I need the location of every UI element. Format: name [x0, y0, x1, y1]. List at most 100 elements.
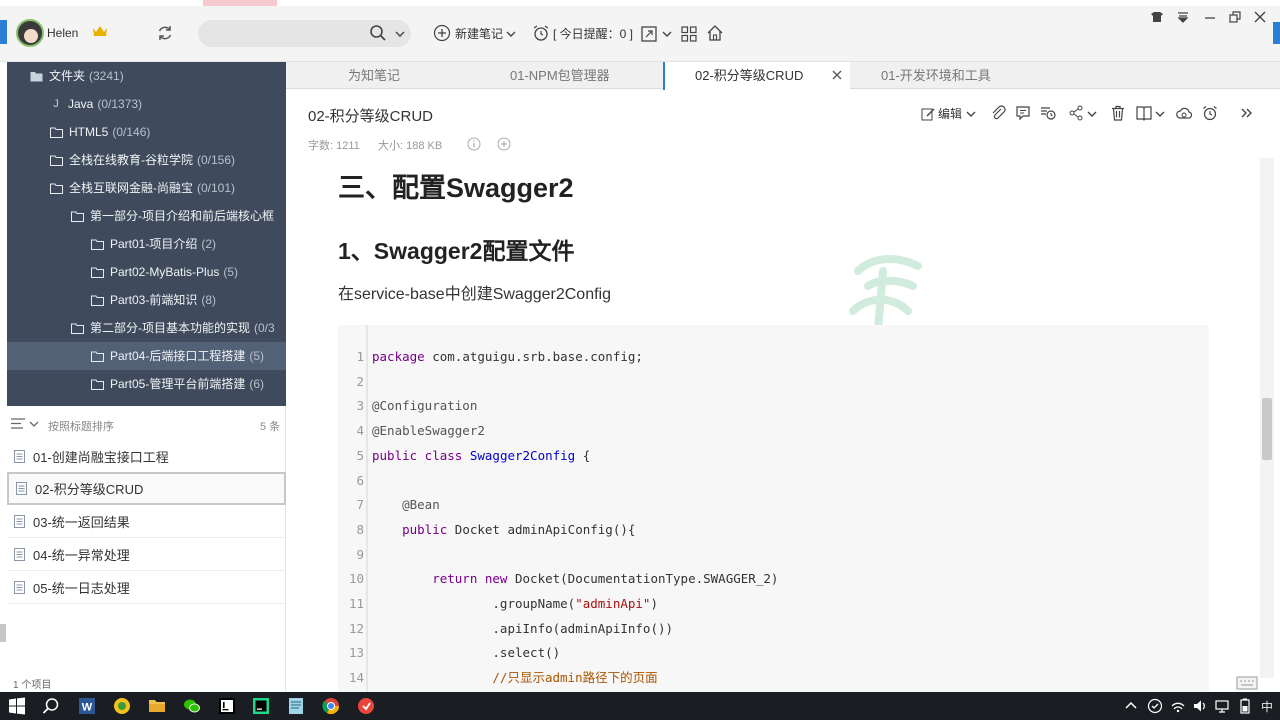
add-tag-icon[interactable]: [497, 137, 511, 151]
more-double-chevron-icon[interactable]: [1238, 105, 1254, 121]
note-document[interactable]: 三、配置Swagger2 1、Swagger2配置文件 在service-bas…: [286, 155, 1260, 692]
browser-app-icon[interactable]: [113, 697, 131, 715]
file-explorer-icon[interactable]: [148, 697, 166, 715]
share-icon[interactable]: [1068, 105, 1084, 121]
attachment-icon[interactable]: [990, 105, 1006, 121]
close-tab-icon[interactable]: [832, 70, 842, 80]
home-icon[interactable]: [706, 24, 724, 42]
sync-cloud-icon[interactable]: [1176, 105, 1192, 121]
list-sort-icon[interactable]: [11, 418, 25, 429]
menu-dropdown-icon[interactable]: [1176, 10, 1190, 24]
skin-icon[interactable]: [1150, 10, 1164, 24]
tree-item-label: 全栈在线教育-谷粒学院: [69, 153, 193, 167]
battery-icon[interactable]: [1237, 698, 1253, 714]
tree-item-count: (5): [249, 349, 265, 363]
line-number: 11: [348, 596, 364, 611]
tab-crud[interactable]: 02-积分等级CRUD: [663, 62, 850, 90]
tree-item-guli[interactable]: 全栈在线教育-谷粒学院 (0/156): [50, 146, 235, 174]
intellij-app-icon[interactable]: [218, 697, 236, 715]
comment-icon[interactable]: [1015, 105, 1031, 121]
reminder-alarm-icon[interactable]: [1202, 105, 1218, 121]
list-item[interactable]: 04-统一异常处理: [7, 538, 286, 571]
reminder-button[interactable]: [ 今日提醒：0 ]: [553, 25, 633, 42]
username[interactable]: Helen: [47, 26, 78, 40]
minimize-icon[interactable]: [1203, 10, 1217, 24]
line-number: 10: [348, 571, 364, 587]
sort-label[interactable]: 按照标题排序: [48, 418, 114, 434]
list-item[interactable]: 03-统一返回结果: [7, 505, 286, 538]
tree-item-part03[interactable]: Part03-前端知识 (8): [91, 286, 216, 314]
watermark-logo-icon: [849, 255, 922, 331]
pycharm-app-icon[interactable]: [252, 697, 270, 715]
tab-bar: 为知笔记 01-NPM包管理器 02-积分等级CRUD 01-开发环境和工具: [286, 62, 1280, 90]
reading-chevron-down-icon[interactable]: [1155, 110, 1165, 118]
chrome-app-icon[interactable]: [322, 697, 340, 715]
fullscreen-icon[interactable]: [640, 25, 658, 43]
tree-item-java[interactable]: J Java (0/1373): [50, 90, 142, 118]
close-window-icon[interactable]: [1253, 10, 1267, 24]
show-hidden-icons-chevron-up-icon[interactable]: [1124, 699, 1138, 713]
document-icon: [16, 482, 27, 495]
tree-item-part01[interactable]: Part01-项目介绍 (2): [91, 230, 216, 258]
line-number: 12: [348, 620, 364, 636]
code-text: @Bean: [372, 497, 440, 513]
folder-icon: [50, 127, 63, 138]
share-chevron-down-icon[interactable]: [1087, 110, 1097, 118]
tree-item-html5[interactable]: HTML5 (0/146): [50, 118, 150, 146]
code-block[interactable]: 1 package com.atguigu.srb.base.config; 2 3 @…: [338, 325, 1209, 692]
note-title: 05-统一日志处理: [33, 580, 130, 596]
tab-devenv[interactable]: 01-开发环境和工具: [881, 62, 991, 89]
page-title[interactable]: 02-积分等级CRUD: [308, 105, 433, 126]
tab-wiznote[interactable]: 为知笔记: [348, 62, 400, 89]
input-method-indicator[interactable]: 中: [1261, 698, 1273, 715]
wifi-icon[interactable]: [1170, 698, 1186, 714]
history-icon[interactable]: [1040, 105, 1056, 121]
info-icon[interactable]: [467, 137, 481, 151]
list-item[interactable]: 05-统一日志处理: [7, 571, 286, 604]
tree-item-part1[interactable]: 第一部分-项目介绍和前后端核心框: [71, 202, 274, 230]
tree-item-part2[interactable]: 第二部分-项目基本功能的实现 (0/3: [71, 314, 275, 342]
new-note-chevron-down-icon[interactable]: [506, 30, 516, 38]
new-note-plus-icon[interactable]: [433, 24, 451, 42]
code-text: public Docket adminApiConfig(){: [372, 521, 636, 537]
folder-icon: [91, 267, 104, 278]
tray-app-icon[interactable]: [1147, 698, 1163, 714]
fullscreen-chevron-down-icon[interactable]: [662, 30, 672, 38]
tree-item-part02[interactable]: Part02-MyBatis-Plus (5): [91, 258, 238, 286]
avatar[interactable]: [16, 19, 44, 47]
collapse-handle[interactable]: [0, 624, 6, 642]
grid-apps-icon[interactable]: [680, 25, 698, 43]
volume-icon[interactable]: [1192, 698, 1208, 714]
word-count: 字数: 1211: [308, 140, 360, 152]
tree-item-srb[interactable]: 全栈互联网金融-尚融宝 (0/101): [50, 174, 235, 202]
taskbar-search-icon[interactable]: [42, 697, 60, 715]
list-item[interactable]: 01-创建尚融宝接口工程: [7, 440, 286, 473]
tree-item-part04[interactable]: Part04-后端接口工程搭建 (5): [7, 342, 286, 370]
screen-recorder-app-icon[interactable]: [357, 697, 375, 715]
tree-item-part05[interactable]: Part05-管理平台前端搭建 (6): [91, 370, 264, 398]
folder-icon: [71, 323, 84, 334]
heading-config-swagger: 三、配置Swagger2: [338, 173, 574, 203]
search-icon[interactable]: [369, 24, 387, 42]
tree-item-root[interactable]: 文件夹 (3241): [30, 62, 124, 90]
windows-start-icon[interactable]: [8, 697, 26, 715]
document-scrollbar-thumb[interactable]: [1262, 398, 1272, 460]
edit-button[interactable]: 编辑: [921, 105, 976, 122]
new-note-button[interactable]: 新建笔记: [455, 25, 503, 42]
sync-icon[interactable]: [156, 24, 174, 42]
list-item-selected[interactable]: 02-积分等级CRUD: [7, 472, 286, 505]
alarm-clock-icon[interactable]: [532, 24, 550, 42]
search-options-chevron-down-icon[interactable]: [395, 30, 405, 38]
reading-mode-book-icon[interactable]: [1136, 105, 1152, 121]
tab-npm[interactable]: 01-NPM包管理器: [510, 62, 610, 89]
delete-trash-icon[interactable]: [1110, 105, 1126, 121]
title-strip: [0, 0, 1280, 6]
word-app-icon[interactable]: W: [78, 697, 96, 715]
note-size: 大小: 188 KB: [378, 140, 443, 152]
wechat-app-icon[interactable]: [183, 697, 201, 715]
network-icon[interactable]: [1214, 698, 1230, 714]
sort-chevron-down-icon[interactable]: [29, 420, 39, 428]
restore-icon[interactable]: [1228, 10, 1242, 24]
keyboard-icon[interactable]: [1236, 676, 1258, 690]
notepad-app-icon[interactable]: [287, 697, 305, 715]
